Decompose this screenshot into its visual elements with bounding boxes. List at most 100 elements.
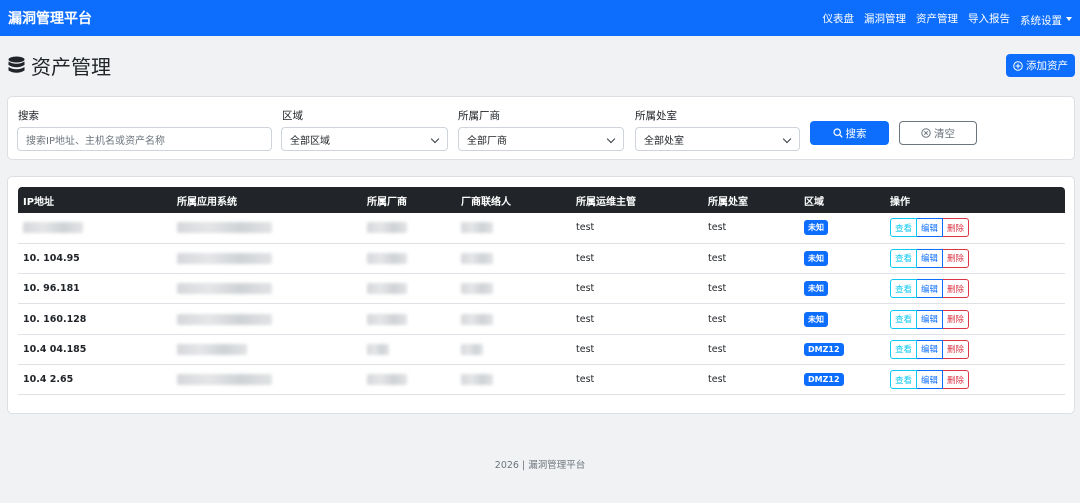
search-button-label: 搜索 <box>845 127 867 140</box>
column-header[interactable]: 区域 <box>799 187 885 213</box>
search-label: 搜索 <box>18 110 39 122</box>
redacted-text <box>367 313 407 325</box>
vendor-select[interactable]: 全部厂商 <box>458 127 624 151</box>
column-header[interactable]: 所属应用系统 <box>172 187 362 213</box>
vendor-cell <box>362 274 456 304</box>
search-icon <box>832 128 843 138</box>
ip-cell: 10. 160.128 <box>23 313 87 325</box>
table-row: 10. 104.95 test test 未知 查看 编辑 删除 <box>18 243 1065 274</box>
region-label: 区域 <box>282 110 303 122</box>
redacted-text <box>461 374 493 386</box>
delete-button[interactable]: 删除 <box>943 370 970 390</box>
office-cell: test <box>708 222 727 234</box>
actions-cell: 查看 编辑 删除 <box>885 364 1065 394</box>
office-cell: test <box>708 252 727 264</box>
table-row: test test 未知 查看 编辑 删除 <box>18 213 1065 244</box>
redacted-text <box>177 374 272 386</box>
ops-manager-cell: test <box>576 283 595 295</box>
edit-button[interactable]: 编辑 <box>917 309 944 329</box>
app-system-cell <box>172 364 362 394</box>
redacted-text <box>177 313 272 325</box>
region-cell: DMZ12 <box>799 364 885 394</box>
view-button[interactable]: 查看 <box>890 218 918 238</box>
office-select[interactable]: 全部处室 <box>635 127 800 151</box>
database-icon <box>8 56 25 73</box>
column-header[interactable]: 所属厂商 <box>362 187 456 213</box>
edit-button[interactable]: 编辑 <box>917 279 944 299</box>
nav-dropdown-settings[interactable]: 系统设置 <box>1020 9 1072 28</box>
region-select[interactable]: 全部区域 <box>281 127 448 151</box>
vendor-cell <box>362 243 456 273</box>
plus-circle-icon <box>1013 60 1023 71</box>
view-button[interactable]: 查看 <box>890 248 918 268</box>
column-header[interactable]: 所属处室 <box>703 187 799 213</box>
vendor-contact-cell <box>456 213 571 243</box>
nav-link-vulnerabilities[interactable]: 漏洞管理 <box>864 11 906 26</box>
add-asset-button[interactable]: 添加资产 <box>1006 54 1075 77</box>
redacted-text <box>461 222 493 234</box>
actions-cell: 查看 编辑 删除 <box>885 213 1065 243</box>
column-header: 操作 <box>890 196 910 208</box>
brand-title[interactable]: 漏洞管理平台 <box>8 8 92 28</box>
edit-button[interactable]: 编辑 <box>917 248 944 268</box>
actions-cell: 查看 编辑 删除 <box>885 334 1065 364</box>
nav-link-import-report[interactable]: 导入报告 <box>968 11 1010 26</box>
asset-table-panel: IP地址 所属应用系统 所属厂商 厂商联络人 所属运维主管 所属处室 区域 操作… <box>7 176 1075 414</box>
delete-button[interactable]: 删除 <box>943 279 970 299</box>
vendor-contact-cell <box>456 334 571 364</box>
vendor-contact-cell <box>456 304 571 334</box>
region-badge: DMZ12 <box>804 373 844 387</box>
ops-manager-cell: test <box>576 374 595 386</box>
region-badge: 未知 <box>804 250 828 266</box>
footer-text: 2026 | 漏洞管理平台 <box>494 460 586 471</box>
vendor-select-value: 全部厂商 <box>467 135 507 147</box>
vendor-contact-cell <box>456 243 571 273</box>
edit-button[interactable]: 编辑 <box>917 218 944 238</box>
search-button[interactable]: 搜索 <box>810 121 889 145</box>
caret-down-icon <box>1066 17 1072 21</box>
nav-link-dashboard[interactable]: 仪表盘 <box>823 11 855 26</box>
vendor-cell <box>362 213 456 243</box>
clear-button[interactable]: 清空 <box>899 121 977 145</box>
redacted-text <box>461 252 493 264</box>
office-label: 所属处室 <box>635 110 677 122</box>
table-row: 10. 160.128 test test 未知 查看 编辑 删除 <box>18 304 1065 335</box>
redacted-text <box>367 343 389 355</box>
app-system-cell <box>172 213 362 243</box>
vendor-label: 所属厂商 <box>458 110 500 122</box>
nav-link-assets[interactable]: 资产管理 <box>916 11 958 26</box>
ip-cell: 10. 104.95 <box>23 252 80 264</box>
x-circle-icon <box>921 128 931 138</box>
office-cell: test <box>708 313 727 325</box>
redacted-text <box>23 222 83 234</box>
region-select-value: 全部区域 <box>290 135 330 147</box>
redacted-text <box>367 283 407 295</box>
region-cell: 未知 <box>799 213 885 243</box>
nav-links: 仪表盘 漏洞管理 资产管理 导入报告 系统设置 <box>823 9 1072 28</box>
page-title: 资产管理 <box>31 55 111 79</box>
ops-manager-cell: test <box>576 222 595 234</box>
app-system-cell <box>172 243 362 273</box>
edit-button[interactable]: 编辑 <box>917 339 944 359</box>
column-header[interactable]: 所属运维主管 <box>571 187 703 213</box>
region-badge: 未知 <box>804 220 828 236</box>
column-header[interactable]: 厂商联络人 <box>456 187 571 213</box>
column-header[interactable]: IP地址 <box>18 187 172 213</box>
redacted-text <box>367 252 407 264</box>
search-input[interactable]: 搜索IP地址、主机名或资产名称 <box>17 127 272 151</box>
page-header: 资产管理 <box>8 51 111 80</box>
ip-cell <box>18 213 172 243</box>
table-row: 10.4 2.65 test test DMZ12 查看 编辑 删除 <box>18 364 1065 395</box>
view-button[interactable]: 查看 <box>890 279 918 299</box>
region-cell: 未知 <box>799 243 885 273</box>
view-button[interactable]: 查看 <box>890 370 918 390</box>
view-button[interactable]: 查看 <box>890 339 918 359</box>
delete-button[interactable]: 删除 <box>943 248 970 268</box>
edit-button[interactable]: 编辑 <box>917 370 944 390</box>
view-button[interactable]: 查看 <box>890 309 918 329</box>
chevron-down-icon <box>606 134 616 144</box>
nav-link-settings[interactable]: 系统设置 <box>1020 15 1062 27</box>
delete-button[interactable]: 删除 <box>943 309 970 329</box>
delete-button[interactable]: 删除 <box>943 339 970 359</box>
delete-button[interactable]: 删除 <box>943 218 970 238</box>
